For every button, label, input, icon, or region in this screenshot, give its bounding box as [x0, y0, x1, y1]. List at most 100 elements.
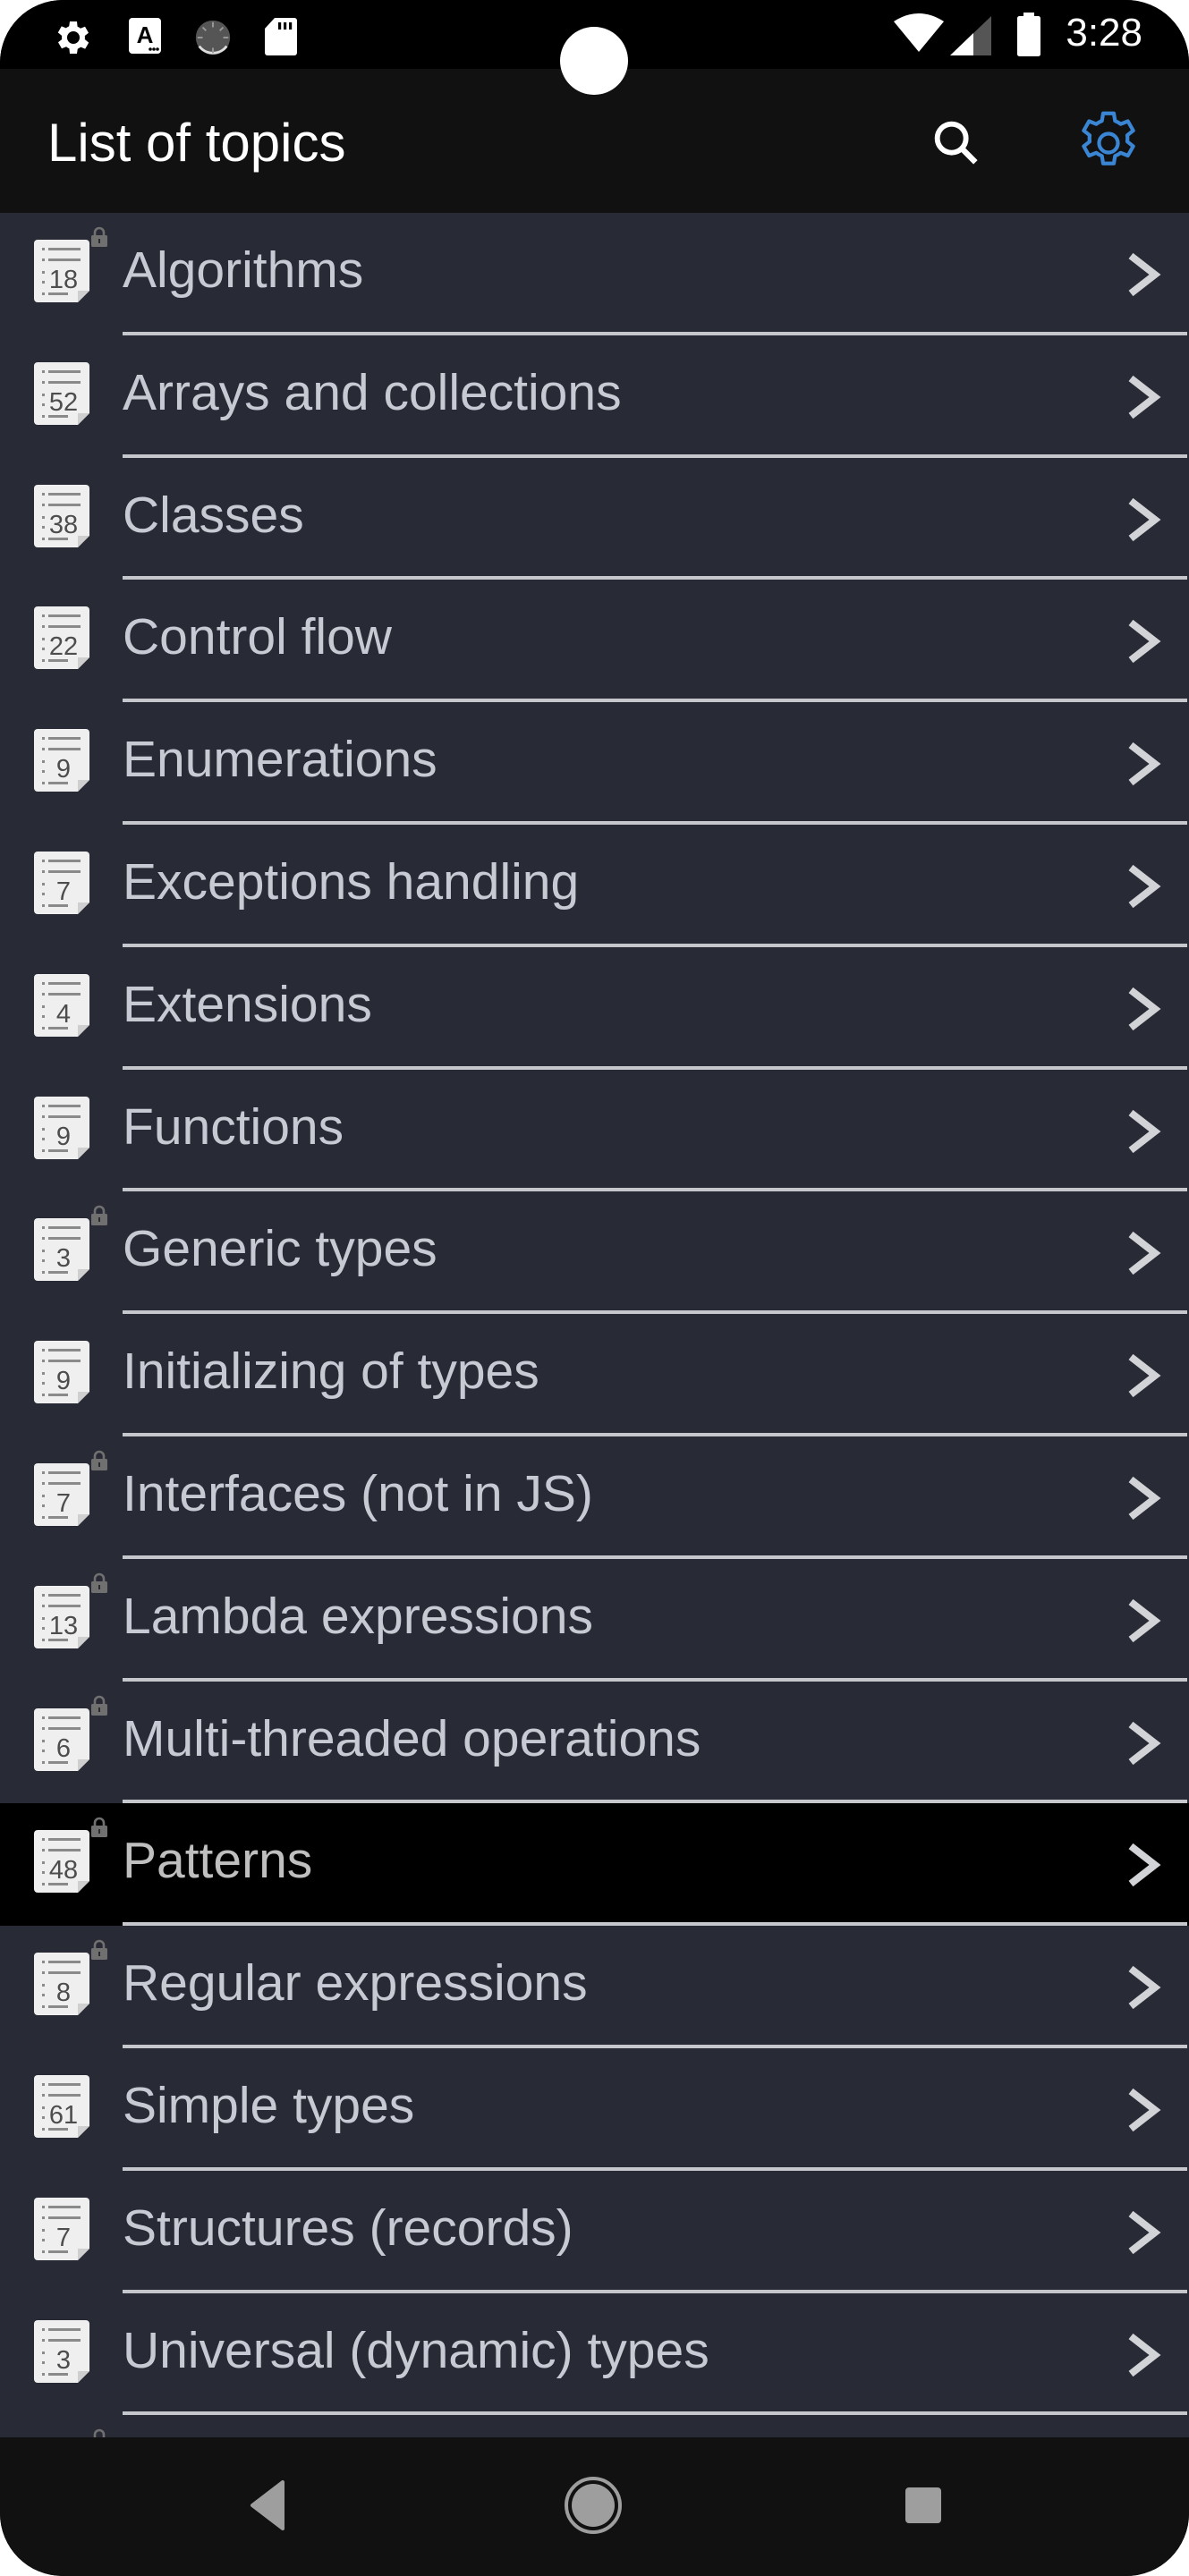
topic-row[interactable]: 4 Extensions	[0, 947, 1189, 1070]
lock-icon	[91, 1450, 107, 1470]
svg-text:A: A	[137, 21, 154, 48]
topic-label: Enumerations	[123, 731, 437, 789]
sd-card-icon	[265, 18, 297, 55]
recents-square-icon	[905, 2487, 941, 2523]
topic-count-document-icon: 48	[34, 1830, 89, 1894]
topic-label: Universal (dynamic) types	[123, 2321, 709, 2379]
topic-count: 13	[49, 1612, 78, 1640]
topic-count: 3	[56, 2346, 71, 2375]
battery-icon	[1017, 13, 1040, 56]
topic-label: Lambda expressions	[123, 1587, 593, 1645]
topic-label: Functions	[123, 1097, 344, 1156]
topic-row[interactable]: 18 Algorithms	[0, 213, 1189, 335]
topic-count: 9	[56, 1367, 71, 1395]
topic-row[interactable]: 9 Functions	[0, 1070, 1189, 1192]
topic-label: Regular expressions	[123, 1954, 588, 2012]
topic-label: Classes	[123, 486, 304, 544]
topic-count: 7	[56, 2224, 71, 2252]
topic-count-document-icon: 9	[34, 1341, 89, 1404]
topic-count: 3	[56, 1244, 71, 1273]
topic-row[interactable]: 9 Initializing of types	[0, 1314, 1189, 1436]
topic-count-document-icon: 7	[34, 1462, 89, 1526]
topic-row[interactable]: 13 Lambda expressions	[0, 1559, 1189, 1682]
back-button[interactable]	[231, 2470, 302, 2541]
topic-count-document-icon: 4	[34, 973, 89, 1037]
recents-button[interactable]	[888, 2470, 959, 2541]
topic-count-document-icon: 6	[34, 1707, 89, 1771]
topic-row[interactable]: 38 Classes	[0, 458, 1189, 580]
topic-count-document-icon: 61	[34, 2074, 89, 2138]
topic-label: Simple types	[123, 2076, 415, 2134]
topic-label: Generic types	[123, 1220, 437, 1278]
topic-count: 61	[49, 2101, 78, 2130]
topic-count: 4	[56, 1000, 71, 1029]
topic-count-document-icon: 3	[34, 2319, 89, 2383]
chevron-right-icon	[1128, 620, 1161, 664]
search-icon	[934, 121, 978, 165]
topic-count-document-icon: 8	[34, 1953, 89, 2016]
chevron-right-icon	[1128, 1476, 1161, 1521]
topic-count-document-icon: 7	[34, 851, 89, 914]
topic-count-document-icon: 7	[34, 2197, 89, 2260]
phone-screen: A 3:28 List of topics 18 Algorithms 52 A…	[0, 0, 1189, 2576]
settings-button[interactable]	[1068, 103, 1149, 183]
camera-cutout	[560, 27, 628, 95]
navigation-bar	[0, 2437, 1189, 2576]
topic-count-document-icon: 38	[34, 484, 89, 547]
chevron-right-icon	[1128, 1232, 1161, 1275]
wifi-icon	[894, 13, 944, 52]
home-button[interactable]	[557, 2470, 629, 2541]
chevron-right-icon	[1128, 1721, 1161, 1765]
topic-row[interactable]: 3 Universal (dynamic) types	[0, 2293, 1189, 2416]
chevron-right-icon	[1128, 987, 1161, 1030]
topic-row[interactable]: 3 Generic types	[0, 1191, 1189, 1315]
topic-row[interactable]: 6 Multi-threaded operations	[0, 1682, 1189, 1804]
gear-icon	[1082, 111, 1135, 165]
topic-count-document-icon: 9	[34, 729, 89, 792]
chevron-right-icon	[1128, 2210, 1161, 2254]
topic-row[interactable]: 8 Regular expressions	[0, 1926, 1189, 2048]
lock-icon	[91, 1695, 107, 1716]
chevron-right-icon	[1128, 1354, 1161, 1398]
topic-row[interactable]: 61 Simple types	[0, 2048, 1189, 2171]
topic-list[interactable]: 18 Algorithms 52 Arrays and collections 38 Cl…	[0, 213, 1189, 2437]
topic-row[interactable]: 22 Control flow	[0, 580, 1189, 703]
topic-row[interactable]	[0, 2415, 1189, 2437]
topic-count: 6	[56, 1734, 71, 1763]
chevron-right-icon	[1128, 2333, 1161, 2377]
topic-label: Initializing of types	[123, 1343, 539, 1401]
chevron-right-icon	[1128, 252, 1161, 297]
chevron-right-icon	[1128, 742, 1161, 786]
lock-icon	[93, 2429, 106, 2437]
topic-count-document-icon: 22	[34, 606, 89, 670]
topic-count: 9	[56, 1123, 71, 1151]
topic-row[interactable]: 7 Structures (records)	[0, 2171, 1189, 2293]
topic-count: 22	[49, 632, 78, 661]
topic-row[interactable]: 9 Enumerations	[0, 702, 1189, 825]
sync-progress-icon	[195, 20, 231, 55]
topic-row[interactable]: 52 Arrays and collections	[0, 335, 1189, 458]
cell-signal-icon	[950, 16, 991, 55]
chevron-right-icon	[1128, 1109, 1161, 1153]
lock-icon	[91, 1572, 107, 1593]
page-title: List of topics	[47, 113, 346, 173]
topic-row[interactable]: 7 Exceptions handling	[0, 825, 1189, 947]
topic-count: 7	[56, 877, 71, 906]
topic-count-document-icon: 52	[34, 361, 89, 425]
chevron-right-icon	[1128, 1965, 1161, 2010]
clock-time: 3:28	[1066, 11, 1142, 55]
search-button[interactable]	[916, 103, 997, 183]
lock-icon	[91, 1206, 107, 1226]
settings-icon	[57, 21, 89, 54]
topic-label: Exceptions handling	[123, 852, 580, 911]
topic-count: 38	[49, 511, 78, 539]
lock-icon	[91, 226, 107, 247]
topic-label: Patterns	[123, 1832, 313, 1890]
topic-count-document-icon: 13	[34, 1585, 89, 1648]
chevron-right-icon	[1128, 1598, 1161, 1642]
topic-label: Extensions	[123, 975, 372, 1033]
topic-label: Structures (records)	[123, 2199, 573, 2257]
accessibility-a-icon: A	[129, 18, 161, 54]
topic-row[interactable]: 48 Patterns	[0, 1803, 1189, 1927]
topic-row[interactable]: 7 Interfaces (not in JS)	[0, 1436, 1189, 1559]
